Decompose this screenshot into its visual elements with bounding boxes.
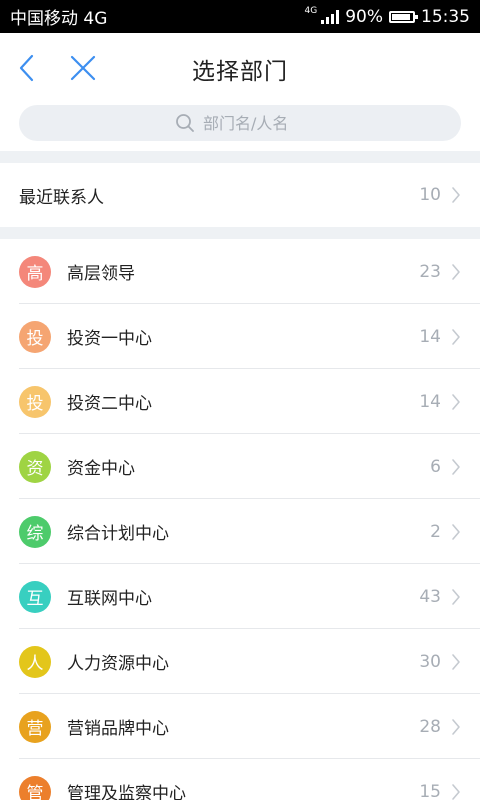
signal-icon (321, 9, 340, 24)
battery-percent: 90% (345, 6, 383, 27)
list-item[interactable]: 投 投资一中心 14 (0, 304, 480, 369)
list-item[interactable]: 投 投资二中心 14 (0, 369, 480, 434)
department-list: 高 高层领导 23 投 投资一中心 14 投 投资二中心 14 资 资金中心 6… (0, 239, 480, 800)
department-avatar: 高 (19, 255, 51, 288)
member-count: 43 (419, 586, 441, 607)
chevron-right-icon (452, 328, 460, 345)
chevron-right-icon (452, 458, 460, 475)
list-item[interactable]: 综 综合计划中心 2 (0, 499, 480, 564)
member-count: 14 (419, 326, 441, 347)
member-count: 30 (419, 651, 441, 672)
member-count: 2 (430, 521, 441, 542)
recent-contacts-count: 10 (419, 185, 441, 205)
chevron-right-icon (452, 718, 460, 735)
list-item[interactable]: 管 管理及监察中心 15 (0, 759, 480, 800)
chevron-right-icon (452, 263, 460, 280)
member-count: 6 (430, 456, 441, 477)
department-avatar: 资 (19, 450, 51, 483)
member-count: 28 (419, 716, 441, 737)
department-name: 高层领导 (67, 264, 135, 284)
department-name: 投资二中心 (67, 394, 152, 414)
section-divider (0, 227, 480, 239)
list-item[interactable]: 人 人力资源中心 30 (0, 629, 480, 694)
status-bar: 中国移动 4G 4G 90% 15:35 (0, 0, 480, 33)
carrier-label: 中国移动 4G (10, 9, 108, 29)
chevron-right-icon (452, 187, 460, 203)
department-avatar: 管 (19, 775, 51, 800)
department-avatar: 互 (19, 580, 51, 613)
chevron-right-icon (452, 653, 460, 670)
search-bar (0, 105, 480, 151)
department-avatar: 投 (19, 320, 51, 353)
battery-icon (389, 10, 418, 23)
recent-contacts-label: 最近联系人 (19, 187, 104, 208)
list-item[interactable]: 营 营销品牌中心 28 (0, 694, 480, 759)
member-count: 23 (419, 261, 441, 282)
chevron-left-icon (19, 54, 34, 82)
department-name: 资金中心 (67, 459, 135, 479)
search-icon (176, 114, 194, 132)
header: 选择部门 (0, 33, 480, 105)
chevron-right-icon (452, 783, 460, 800)
department-name: 人力资源中心 (67, 654, 169, 674)
list-item[interactable]: 高 高层领导 23 (0, 239, 480, 304)
department-name: 互联网中心 (67, 589, 152, 609)
department-avatar: 投 (19, 385, 51, 418)
department-name: 管理及监察中心 (67, 784, 186, 800)
status-indicators: 4G 90% 15:35 (304, 5, 471, 27)
department-name: 营销品牌中心 (67, 719, 169, 739)
list-item[interactable]: 资 资金中心 6 (0, 434, 480, 499)
network-type-label: 4G (304, 5, 318, 16)
search-input[interactable] (201, 112, 305, 134)
department-avatar: 人 (19, 645, 51, 678)
department-name: 投资一中心 (67, 329, 152, 349)
member-count: 14 (419, 391, 441, 412)
section-divider (0, 151, 480, 163)
department-avatar: 营 (19, 710, 51, 743)
page-title: 选择部门 (192, 59, 288, 85)
clock: 15:35 (421, 6, 470, 27)
list-item[interactable]: 互 互联网中心 43 (0, 564, 480, 629)
member-count: 15 (419, 781, 441, 800)
chevron-right-icon (452, 393, 460, 410)
search-box[interactable] (19, 105, 461, 141)
department-avatar: 综 (19, 515, 51, 548)
close-icon (70, 55, 96, 81)
department-name: 综合计划中心 (67, 524, 169, 544)
close-button[interactable] (68, 53, 98, 83)
chevron-right-icon (452, 588, 460, 605)
back-button[interactable] (14, 53, 44, 83)
chevron-right-icon (452, 523, 460, 540)
battery-fill (392, 13, 410, 20)
recent-contacts-row[interactable]: 最近联系人 10 (0, 163, 480, 227)
